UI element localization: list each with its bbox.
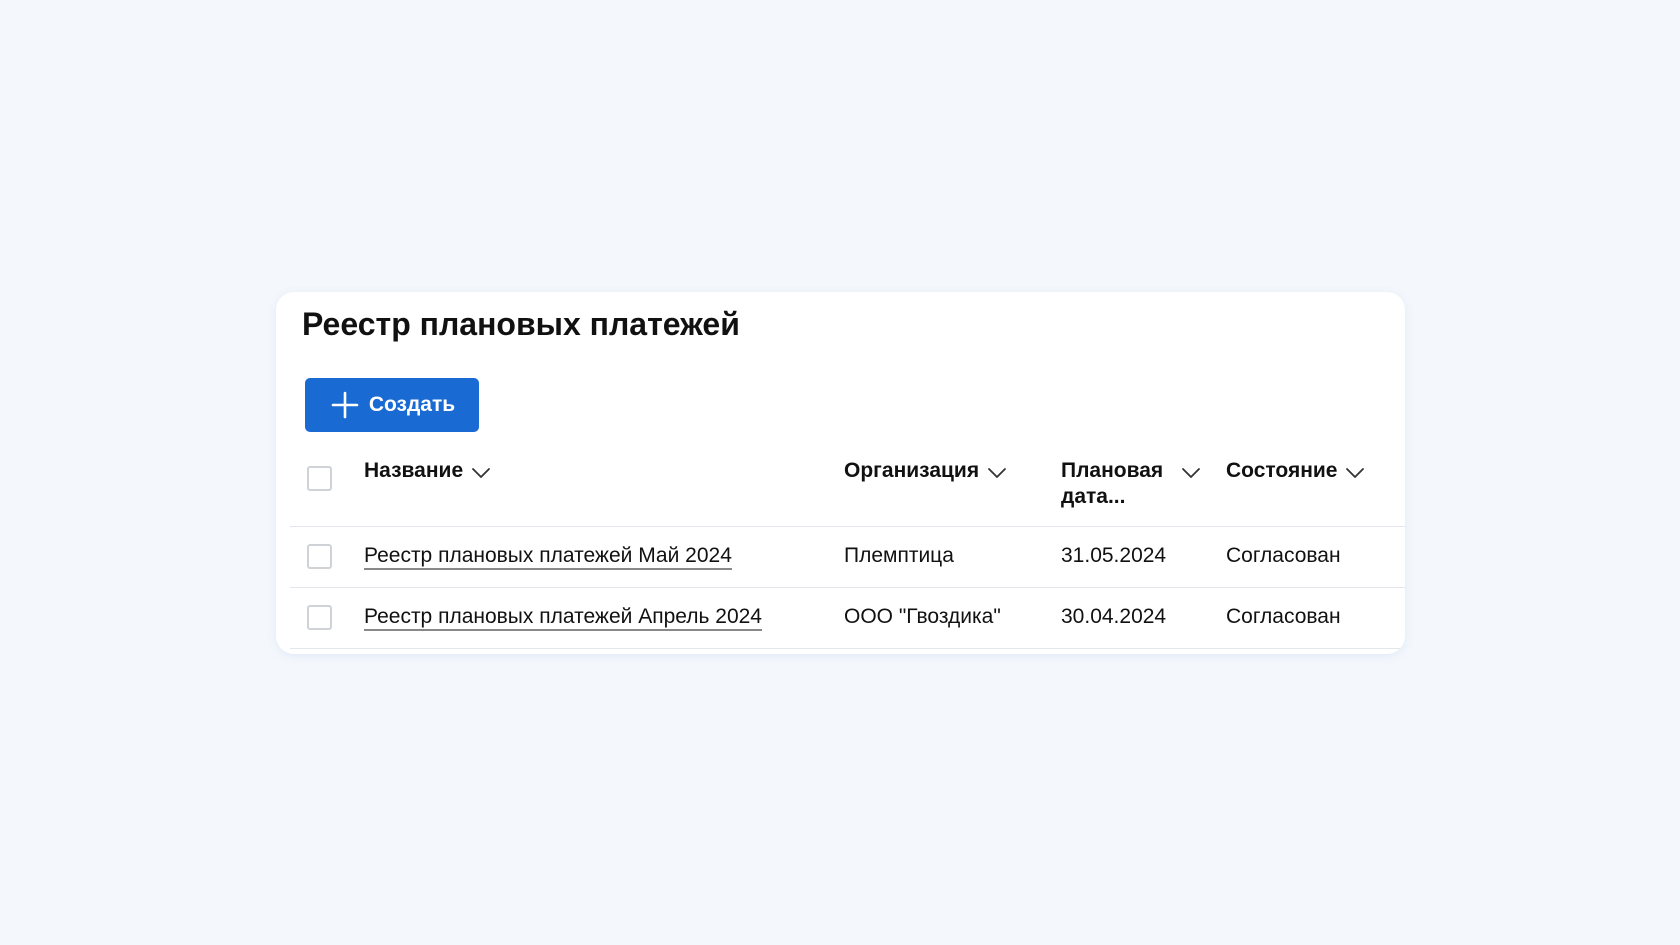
row-checkbox[interactable] bbox=[307, 544, 332, 569]
create-button[interactable]: Создать bbox=[305, 378, 479, 432]
row-name-cell: Реестр плановых платежей Май 2024 bbox=[364, 543, 732, 570]
registry-link[interactable]: Реестр плановых платежей Май 2024 bbox=[364, 544, 732, 570]
column-header-state[interactable]: Состояние bbox=[1226, 458, 1365, 484]
row-state: Согласован bbox=[1226, 544, 1341, 567]
payments-table: Название Организация Плановая дата... Со… bbox=[290, 450, 1405, 649]
column-header-organization[interactable]: Организация bbox=[844, 458, 1007, 484]
registry-card: Реестр плановых платежей Создать Названи… bbox=[276, 292, 1405, 654]
column-header-name[interactable]: Название bbox=[364, 458, 491, 484]
row-organization: Племптица bbox=[844, 544, 954, 567]
column-header-label: Плановая дата... bbox=[1061, 459, 1164, 508]
column-header-label: Название bbox=[364, 459, 464, 482]
row-checkbox[interactable] bbox=[307, 605, 332, 630]
chevron-down-icon bbox=[987, 466, 1007, 480]
create-button-label: Создать bbox=[368, 393, 456, 416]
row-planned-date: 30.04.2024 bbox=[1061, 605, 1167, 628]
row-state: Согласован bbox=[1226, 605, 1341, 628]
row-organization: ООО "Гвоздика" bbox=[844, 605, 1001, 628]
table-header-row: Название Организация Плановая дата... Со… bbox=[290, 450, 1405, 527]
column-header-planned-date[interactable]: Плановая дата... bbox=[1061, 458, 1201, 510]
table-row: Реестр плановых платежей Апрель 2024 ООО… bbox=[290, 588, 1405, 649]
table-row: Реестр плановых платежей Май 2024 Племпт… bbox=[290, 527, 1405, 588]
chevron-down-icon bbox=[1345, 466, 1365, 480]
column-header-label: Состояние bbox=[1226, 459, 1338, 482]
row-planned-date: 31.05.2024 bbox=[1061, 544, 1167, 567]
row-name-cell: Реестр плановых платежей Апрель 2024 bbox=[364, 604, 762, 631]
page-title: Реестр плановых платежей bbox=[302, 306, 740, 342]
select-all-checkbox[interactable] bbox=[307, 466, 332, 491]
chevron-down-icon bbox=[471, 466, 491, 480]
plus-icon bbox=[331, 391, 359, 419]
registry-link[interactable]: Реестр плановых платежей Апрель 2024 bbox=[364, 605, 762, 631]
column-header-label: Организация bbox=[844, 459, 980, 482]
chevron-down-icon bbox=[1181, 466, 1201, 480]
